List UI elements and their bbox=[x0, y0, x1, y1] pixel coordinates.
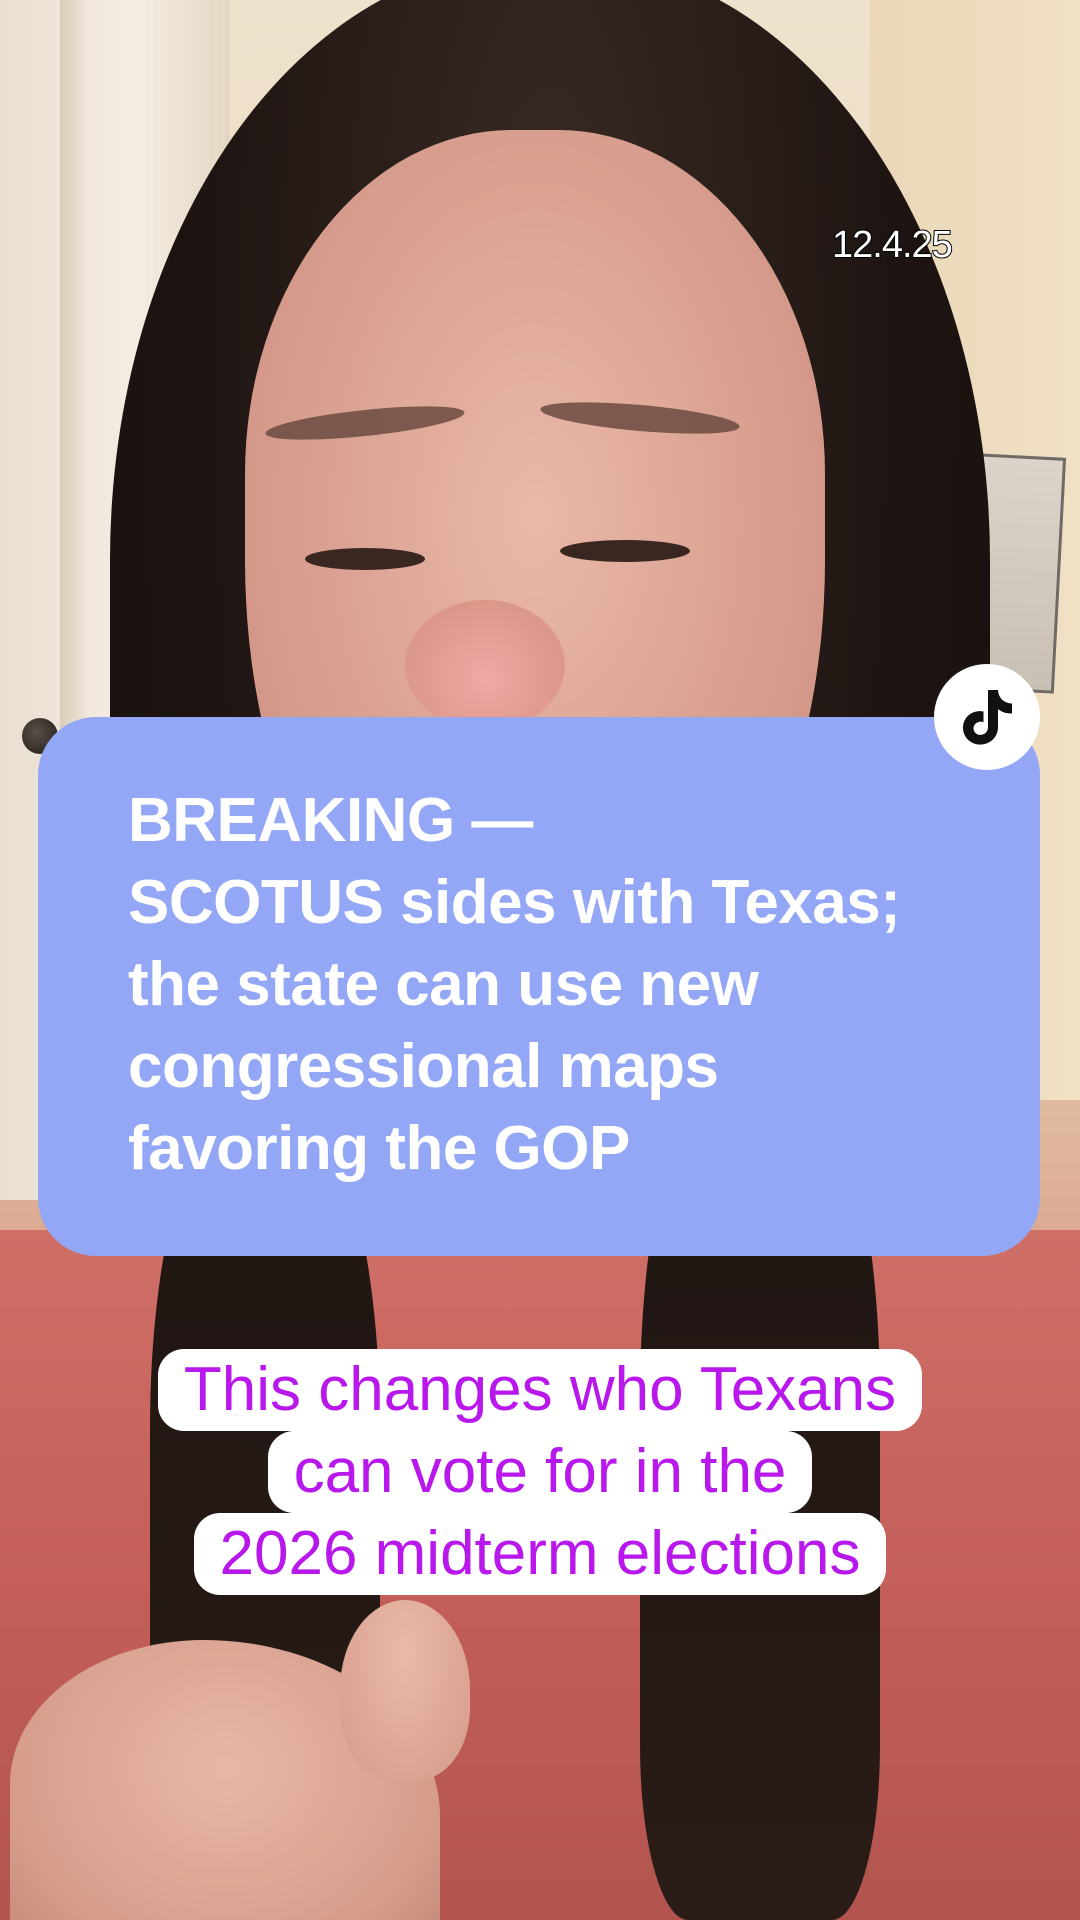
caption-block: This changes who Texans can vote for in … bbox=[0, 1349, 1080, 1595]
presenter-left-eye bbox=[305, 548, 425, 570]
video-frame[interactable]: 12.4.25 BREAKING — SCOTUS sides with Tex… bbox=[0, 0, 1080, 1920]
caption-line: This changes who Texans bbox=[157, 1349, 923, 1431]
headline-line: the state can use new bbox=[128, 950, 759, 1019]
caption-line: 2026 midterm elections bbox=[193, 1513, 887, 1595]
tiktok-logo-icon bbox=[963, 690, 1012, 745]
date-stamp: 12.4.25 bbox=[831, 223, 954, 267]
headline-line: SCOTUS sides with Texas; bbox=[128, 868, 901, 937]
headline-line: congressional maps bbox=[128, 1032, 719, 1101]
headline-line: BREAKING — bbox=[128, 786, 533, 855]
presenter-finger bbox=[340, 1600, 470, 1780]
tiktok-badge[interactable] bbox=[934, 664, 1040, 770]
headline-text: BREAKING — SCOTUS sides with Texas; the … bbox=[128, 780, 988, 1190]
presenter-right-eye bbox=[560, 540, 690, 562]
caption-line: can vote for in the bbox=[267, 1431, 813, 1513]
headline-line: favoring the GOP bbox=[128, 1114, 630, 1183]
presenter-nose bbox=[405, 600, 565, 730]
